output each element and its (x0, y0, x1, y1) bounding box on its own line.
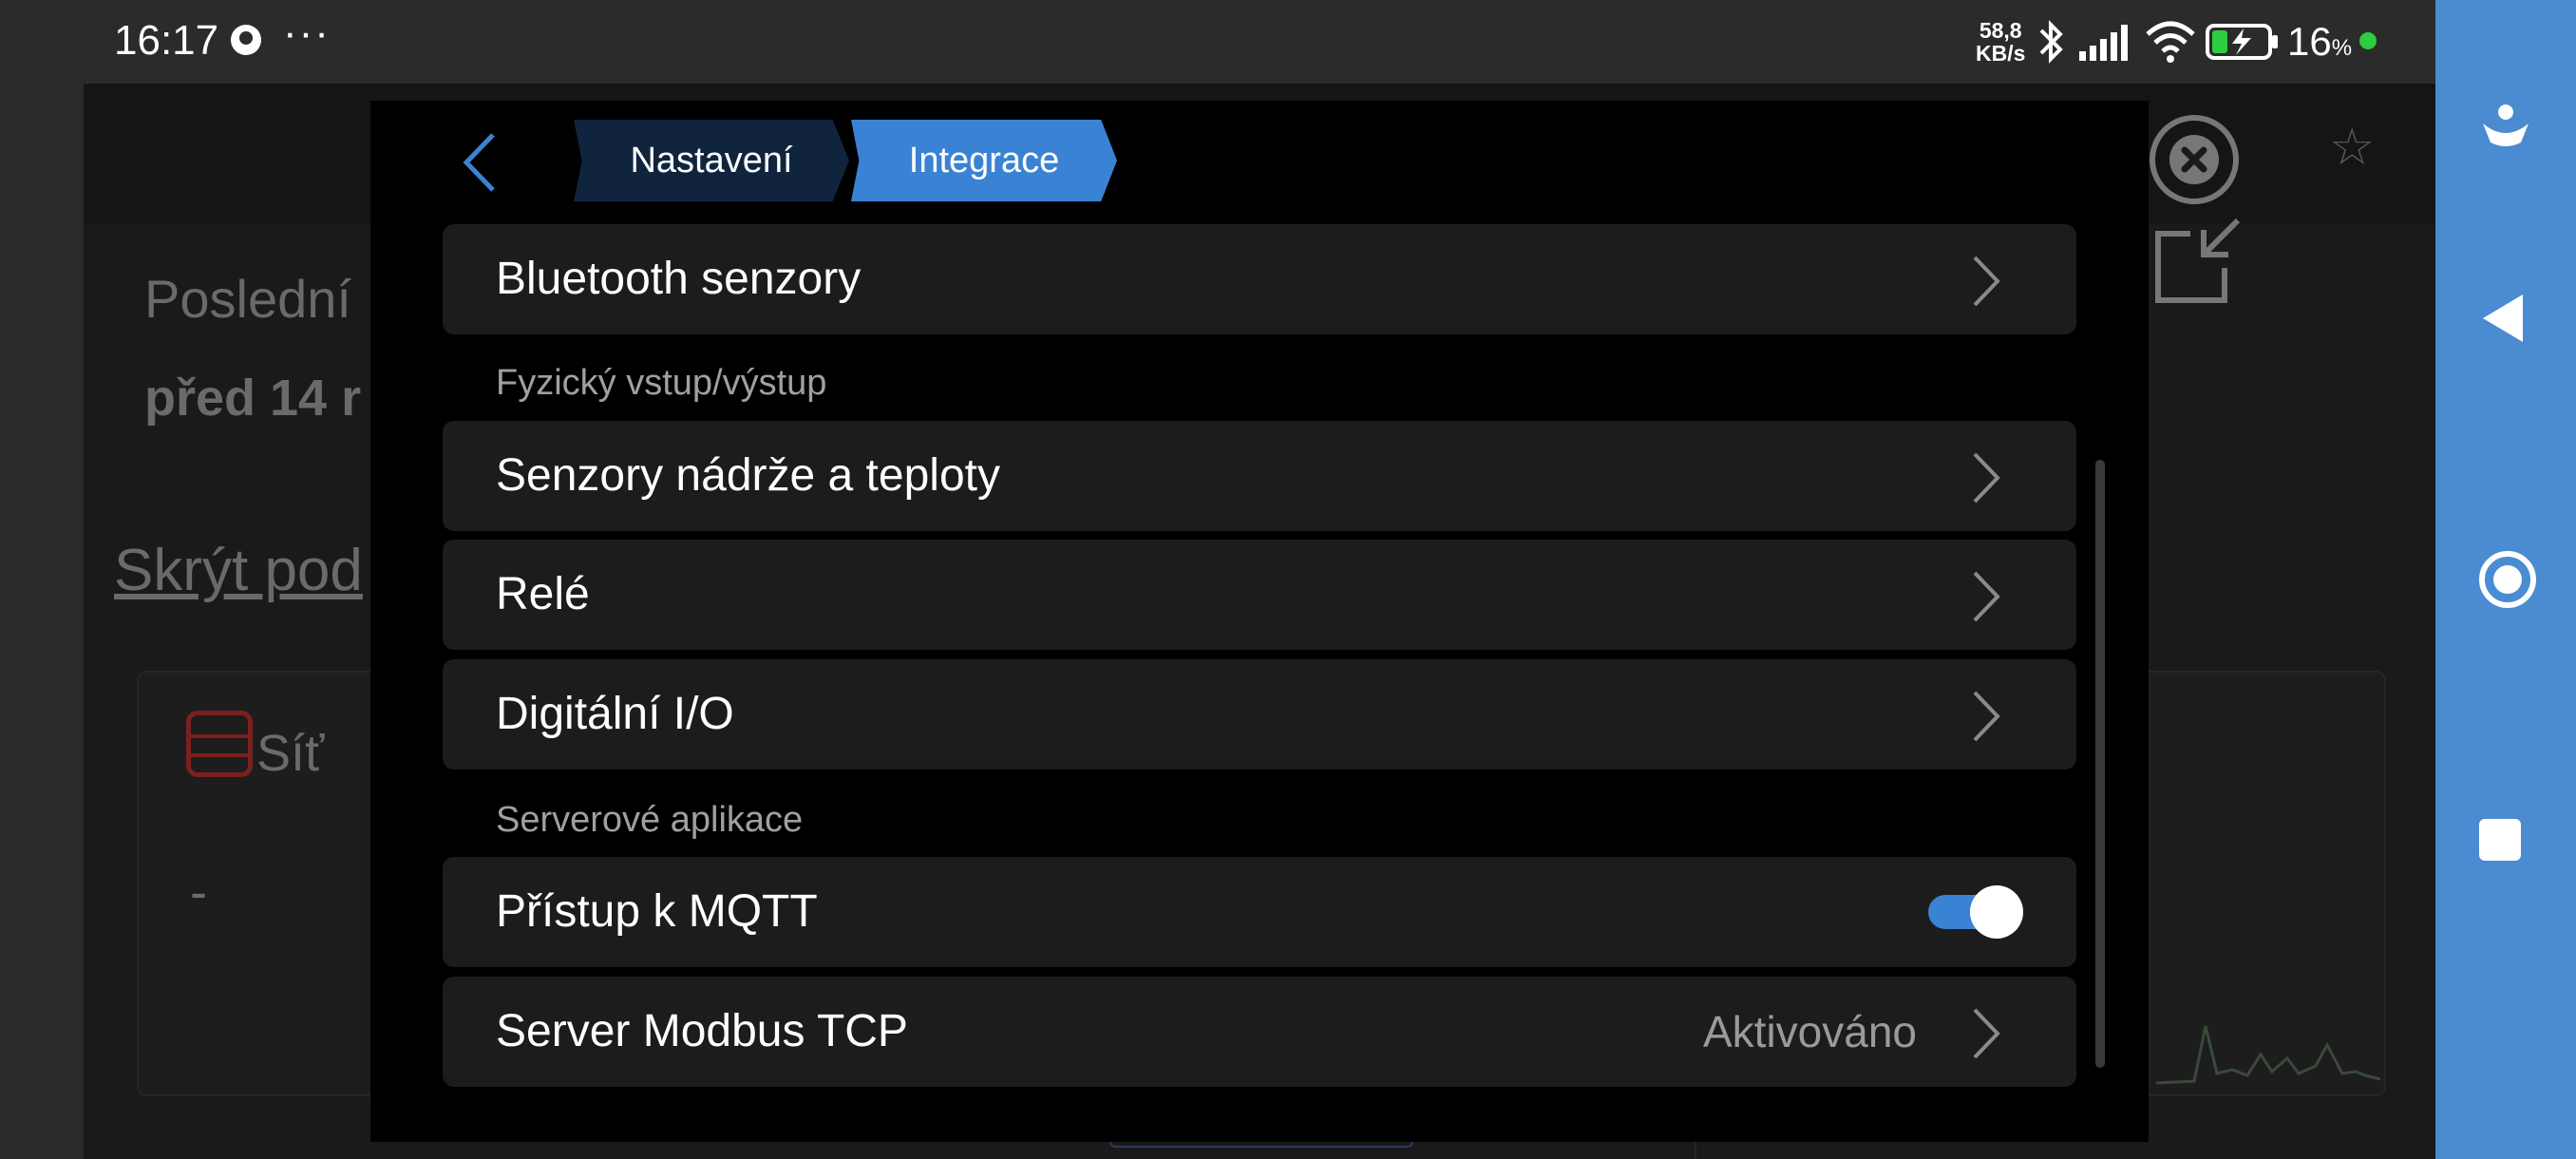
home-circle-icon[interactable] (2477, 549, 2538, 610)
star-icon: ☆ (2329, 119, 2376, 176)
background-last-label: Poslední (144, 269, 351, 329)
background-hide-link: Skrýt pod (114, 538, 363, 603)
row-mqtt-access[interactable]: Přístup k MQTT (443, 857, 2076, 967)
sparkline-graph (2156, 1025, 2380, 1085)
status-bar: 16:17 ··· 58,8 KB/s 16% (0, 0, 2435, 84)
back-triangle-icon[interactable] (2477, 291, 2530, 346)
chevron-right-icon (1973, 1008, 2000, 1059)
back-arrow-icon[interactable] (461, 131, 499, 194)
battery-charging-icon (2206, 24, 2278, 60)
chevron-right-icon (1973, 691, 2000, 742)
row-value: Aktivováno (1702, 1007, 1917, 1056)
breadcrumb-integrations[interactable]: Integrace (851, 120, 1117, 201)
section-header-io: Fyzický vstup/výstup (496, 363, 827, 403)
row-label: Senzory nádrže a teploty (496, 450, 1000, 501)
privacy-indicator-dot (2359, 32, 2377, 49)
signal-icon (2079, 25, 2128, 61)
accessibility-icon[interactable] (2477, 99, 2534, 156)
wifi-icon (2146, 21, 2195, 63)
chevron-right-icon (1973, 571, 2000, 622)
recents-square-icon[interactable] (2477, 817, 2523, 863)
breadcrumb-settings[interactable]: Nastavení (574, 120, 849, 201)
minimize-window-icon[interactable] (2152, 218, 2242, 308)
row-digital-io[interactable]: Digitální I/O (443, 659, 2076, 770)
background-time-text: před 14 r (144, 370, 362, 427)
modal-scrollbar[interactable] (2095, 460, 2105, 1068)
row-tank-temp-sensors[interactable]: Senzory nádrže a teploty (443, 421, 2076, 531)
chevron-right-icon (1973, 256, 2000, 307)
close-icon[interactable] (2149, 114, 2240, 205)
bluetooth-icon (2039, 20, 2063, 64)
row-modbus-tcp-server[interactable]: Server Modbus TCP Aktivováno (443, 977, 2076, 1087)
row-label: Server Modbus TCP (496, 1006, 908, 1056)
section-header-server: Serverové aplikace (496, 800, 804, 840)
row-label: Relé (496, 569, 590, 619)
chevron-right-icon (1973, 452, 2000, 504)
row-relay[interactable]: Relé (443, 540, 2076, 650)
toggle-knob (1970, 885, 2023, 939)
background-grid-value: - (190, 864, 207, 921)
more-notifications-icon: ··· (283, 10, 331, 56)
row-label: Bluetooth senzory (496, 254, 862, 304)
mqtt-toggle[interactable] (1928, 884, 2025, 940)
battery-percent: 16% (2287, 19, 2353, 64)
network-rate: 58,8 KB/s (1976, 18, 2026, 66)
row-label: Digitální I/O (496, 689, 734, 739)
system-nav-bar (2435, 0, 2576, 1159)
app-notification-icon (231, 25, 261, 55)
clock: 16:17 (114, 17, 219, 64)
background-grid-label: Síť (256, 725, 325, 782)
row-label: Přístup k MQTT (496, 886, 818, 937)
row-bluetooth-sensors[interactable]: Bluetooth senzory (443, 224, 2076, 334)
grid-icon (186, 711, 253, 777)
